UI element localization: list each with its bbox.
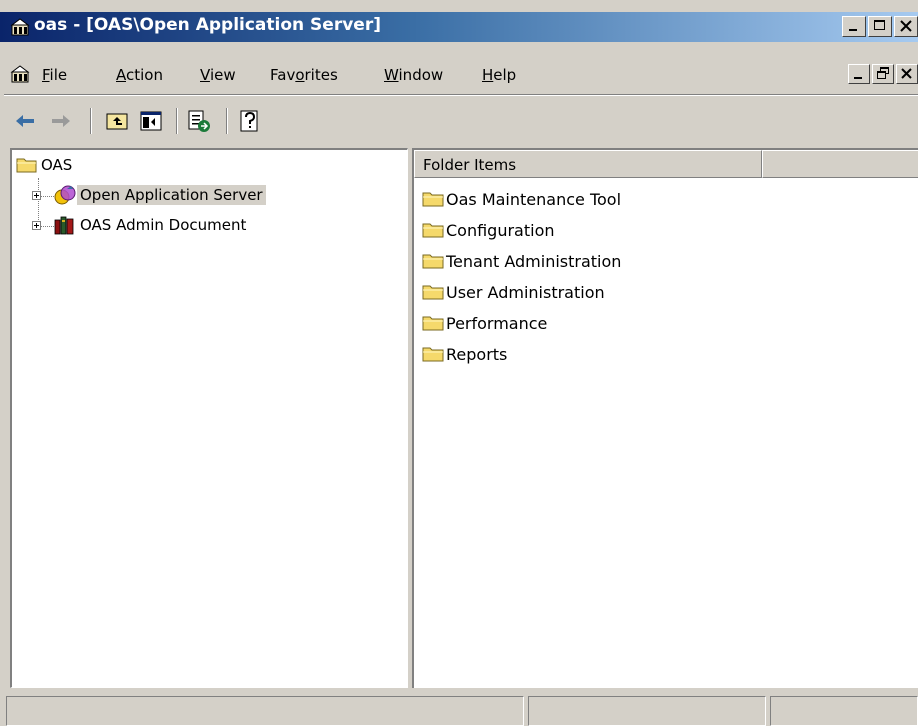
expand-toggle[interactable]: [32, 190, 41, 200]
status-panel-middle: [528, 696, 766, 726]
close-icon: [901, 68, 912, 79]
list-item[interactable]: User Administration: [422, 279, 605, 305]
menu-action[interactable]: Action: [116, 66, 163, 84]
child-minimize-button[interactable]: [848, 64, 870, 84]
child-restore-button[interactable]: [872, 64, 894, 84]
list-item-label: Tenant Administration: [446, 251, 622, 271]
status-panel-right: [770, 696, 918, 726]
tree-pane[interactable]: OAS Open Application Server OAS Admin Do…: [10, 148, 408, 688]
tree-item-label: OAS Admin Document: [80, 216, 247, 234]
tree-item-label: OAS: [41, 156, 73, 174]
list-item-label: Oas Maintenance Tool: [446, 189, 622, 209]
tree-item-open-application-server[interactable]: Open Application Server: [32, 184, 266, 206]
show-hide-tree-icon[interactable]: [138, 108, 164, 134]
minimize-icon: [854, 77, 862, 79]
expand-toggle[interactable]: [32, 220, 41, 230]
list-item[interactable]: Reports: [422, 341, 507, 367]
menu-help[interactable]: Help: [482, 66, 516, 84]
window-title: oas - [OAS\Open Application Server]: [34, 15, 381, 35]
forward-arrow-icon[interactable]: [48, 108, 74, 134]
app-icon[interactable]: [10, 17, 30, 37]
tree-item-label: Open Application Server: [77, 185, 266, 205]
tree-item-oas-admin-document[interactable]: OAS Admin Document: [32, 214, 249, 236]
help-icon[interactable]: [238, 108, 264, 134]
list-item[interactable]: Tenant Administration: [422, 248, 621, 274]
list-item-label: Performance: [446, 313, 548, 333]
menu-bar: File Action View Favorites Window Help: [0, 58, 918, 90]
server-icon: [54, 185, 76, 205]
maximize-button[interactable]: [868, 16, 892, 37]
folder-icon: [422, 223, 444, 238]
menu-window[interactable]: Window: [384, 66, 443, 84]
toolbar-separator: [226, 108, 228, 134]
menu-file[interactable]: File: [42, 66, 67, 84]
list-item[interactable]: Oas Maintenance Tool: [422, 186, 621, 212]
toolbar-separator: [176, 108, 178, 134]
status-panel-main: [6, 696, 524, 726]
up-one-level-icon[interactable]: [104, 108, 130, 134]
folder-icon: [16, 158, 37, 173]
toolbar-separator: [90, 108, 92, 134]
child-close-button[interactable]: [896, 64, 918, 84]
close-icon: [900, 20, 912, 32]
list-item[interactable]: Configuration: [422, 217, 555, 243]
folder-icon: [422, 316, 444, 331]
column-header-empty[interactable]: [762, 150, 918, 178]
window-title-bar[interactable]: oas - [OAS\Open Application Server]: [0, 12, 918, 42]
folder-icon: [422, 285, 444, 300]
minimize-icon: [849, 29, 857, 31]
minimize-button[interactable]: [842, 16, 866, 37]
folder-icon: [422, 254, 444, 269]
export-list-icon[interactable]: [186, 108, 212, 134]
column-header-folder-items[interactable]: Folder Items: [414, 150, 762, 178]
list-pane[interactable]: Folder Items Oas Maintenance Tool Config…: [412, 148, 918, 688]
list-item-label: Reports: [446, 344, 508, 364]
tree-item-oas[interactable]: OAS: [16, 154, 75, 176]
toolbar: [0, 100, 918, 140]
list-item[interactable]: Performance: [422, 310, 547, 336]
folder-icon: [422, 347, 444, 362]
maximize-icon: [874, 20, 885, 30]
menu-view[interactable]: View: [200, 66, 236, 84]
menu-toolbar-divider: [4, 94, 918, 96]
menu-favorites[interactable]: Favorites: [270, 66, 338, 84]
books-icon: [54, 216, 74, 235]
close-button[interactable]: [894, 16, 918, 37]
list-item-label: User Administration: [446, 282, 605, 302]
status-bar: [0, 692, 918, 726]
list-item-label: Configuration: [446, 220, 555, 240]
folder-icon: [422, 192, 444, 207]
back-arrow-icon[interactable]: [12, 108, 38, 134]
restore-icon: [877, 67, 889, 79]
app-menu-icon[interactable]: [10, 64, 30, 84]
